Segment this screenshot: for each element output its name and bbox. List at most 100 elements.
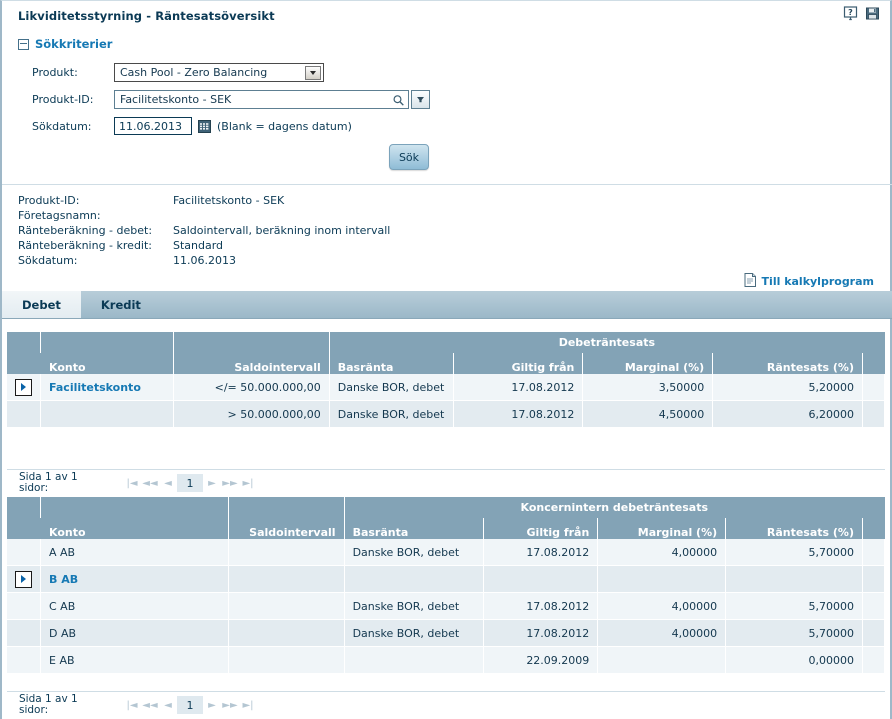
cell-marginal: 4,00000 (597, 619, 727, 647)
cell-konto: A AB (40, 539, 229, 566)
tab-debet[interactable]: Debet (2, 291, 81, 318)
document-icon (744, 273, 757, 290)
cell-konto[interactable]: B AB (40, 565, 229, 593)
row-expand-cell[interactable] (7, 374, 41, 401)
summary-row: Ränteberäkning - debet: Saldointervall, … (18, 223, 390, 238)
pager-next-icon[interactable]: ► (203, 696, 221, 714)
cell-rantesats: 5,20000 (712, 374, 863, 401)
pager-last-icon[interactable]: ►| (239, 474, 257, 492)
pager-next-fast-icon[interactable]: ►► (221, 474, 239, 492)
search-icon[interactable] (391, 93, 405, 107)
cell-basranta: Danske BOR, debet (329, 400, 454, 428)
column-header-rantesats[interactable]: Räntesats (%) (725, 518, 863, 539)
pager-prev-fast-icon[interactable]: ◄◄ (141, 474, 159, 492)
sokdatum-value: 11.06.2013 (119, 119, 182, 133)
cell-rantesats (725, 565, 863, 593)
cell-basranta: Danske BOR, debet (344, 619, 485, 647)
column-header-giltig-fran[interactable]: Giltig från (453, 353, 584, 374)
spacer-header (173, 332, 330, 353)
pager-last-icon[interactable]: ►| (239, 696, 257, 714)
cell-basranta (344, 565, 485, 593)
konto-link[interactable]: B AB (49, 573, 78, 586)
row-expand-cell[interactable] (7, 565, 41, 593)
produkt-select[interactable]: Cash Pool - Zero Balancing (114, 63, 324, 82)
table2-pager-label: Sida 1 av 1 sidor: (19, 693, 78, 716)
column-header-basranta[interactable]: Basränta (344, 518, 485, 539)
row-expand-cell (7, 646, 41, 674)
pager-next-fast-icon[interactable]: ►► (221, 696, 239, 714)
cell-saldointervall (228, 565, 345, 593)
criteria-divider (2, 184, 892, 185)
search-button[interactable]: Sök (389, 144, 429, 170)
summary-value: Saldointervall, beräkning inom intervall (173, 224, 391, 237)
column-header-saldointervall[interactable]: Saldointervall (228, 518, 345, 539)
cell-giltig-fran (483, 565, 599, 593)
table-row[interactable]: E AB 22.09.2009 0,00000 (7, 646, 886, 674)
table1-pager-nav: |◄ ◄◄ ◄ 1 ► ►► ►| (123, 474, 257, 492)
table-row[interactable]: > 50.000.000,00 Danske BOR, debet 17.08.… (7, 400, 886, 428)
table-row[interactable]: C AB Danske BOR, debet 17.08.2012 4,0000… (7, 592, 886, 620)
till-kalkylprogram-link[interactable]: Till kalkylprogram (744, 273, 874, 290)
spacer-header (228, 497, 345, 518)
column-header-basranta[interactable]: Basränta (329, 353, 454, 374)
column-header-rantesats[interactable]: Räntesats (%) (712, 353, 863, 374)
column-header-konto[interactable]: Konto (40, 518, 229, 539)
column-header-giltig-fran[interactable]: Giltig från (483, 518, 599, 539)
trailing-column-header (862, 518, 886, 539)
cell-basranta (344, 646, 485, 674)
pager-current-page[interactable]: 1 (177, 696, 203, 714)
column-header-marginal[interactable]: Marginal (%) (597, 518, 727, 539)
cell-marginal (597, 646, 727, 674)
table-row[interactable]: A AB Danske BOR, debet 17.08.2012 4,0000… (7, 539, 886, 566)
expand-row-icon[interactable] (15, 570, 32, 588)
page-title: Likviditetsstyrning - Räntesatsöversikt (18, 9, 275, 23)
pager-prev-icon[interactable]: ◄ (159, 696, 177, 714)
cell-trailing (862, 400, 886, 428)
produkt-id-dropdown-button[interactable] (411, 90, 430, 109)
cell-basranta: Danske BOR, debet (344, 539, 485, 566)
konto-link[interactable]: Facilitetskonto (49, 381, 141, 394)
cell-rantesats: 6,20000 (712, 400, 863, 428)
produkt-id-input[interactable]: Facilitetskonto - SEK (114, 90, 409, 109)
table-row[interactable]: Facilitetskonto </= 50.000.000,00 Danske… (7, 374, 886, 401)
pager-prev-fast-icon[interactable]: ◄◄ (141, 696, 159, 714)
cell-saldointervall: </= 50.000.000,00 (173, 374, 330, 401)
pager-prev-icon[interactable]: ◄ (159, 474, 177, 492)
table-row[interactable]: B AB (7, 565, 886, 593)
produkt-id-value: Facilitetskonto - SEK (120, 93, 232, 106)
column-header-konto[interactable]: Konto (40, 353, 174, 374)
produkt-id-field-row: Produkt-ID: Facilitetskonto - SEK (32, 90, 430, 109)
cell-trailing (862, 619, 886, 647)
cell-marginal: 4,00000 (597, 592, 727, 620)
cell-konto[interactable]: Facilitetskonto (40, 374, 174, 401)
column-header-marginal[interactable]: Marginal (%) (582, 353, 714, 374)
spacer-header (40, 332, 174, 353)
pager-current-page[interactable]: 1 (177, 474, 203, 492)
cell-marginal (597, 565, 727, 593)
cell-rantesats: 5,70000 (725, 539, 863, 566)
pager-next-icon[interactable]: ► (203, 474, 221, 492)
calendar-icon[interactable] (198, 119, 211, 133)
print-icon[interactable] (865, 6, 880, 21)
chevron-down-icon[interactable] (305, 66, 321, 80)
cell-konto (40, 400, 174, 428)
summary-value: Facilitetskonto - SEK (173, 194, 285, 207)
cell-saldointervall (228, 619, 345, 647)
summary-row: Företagsnamn: (18, 208, 390, 223)
table-row[interactable]: D AB Danske BOR, debet 17.08.2012 4,0000… (7, 619, 886, 647)
row-expand-cell (7, 539, 41, 566)
collapse-toggle-icon[interactable] (18, 38, 29, 50)
tab-kredit[interactable]: Kredit (81, 291, 161, 318)
column-header-saldointervall[interactable]: Saldointervall (173, 353, 330, 374)
cell-konto: D AB (40, 619, 229, 647)
help-icon[interactable]: ? (843, 6, 858, 21)
sokdatum-input[interactable]: 11.06.2013 (114, 117, 192, 135)
expand-row-icon[interactable] (15, 378, 32, 396)
pager-first-icon[interactable]: |◄ (123, 474, 141, 492)
cell-trailing (862, 646, 886, 674)
table-group-header-row: Debeträntesats (7, 332, 886, 353)
cell-giltig-fran: 17.08.2012 (483, 592, 599, 620)
pager-first-icon[interactable]: |◄ (123, 696, 141, 714)
search-criteria-header[interactable]: Sökkriterier (18, 37, 112, 51)
top-icon-bar: ? (843, 6, 880, 21)
